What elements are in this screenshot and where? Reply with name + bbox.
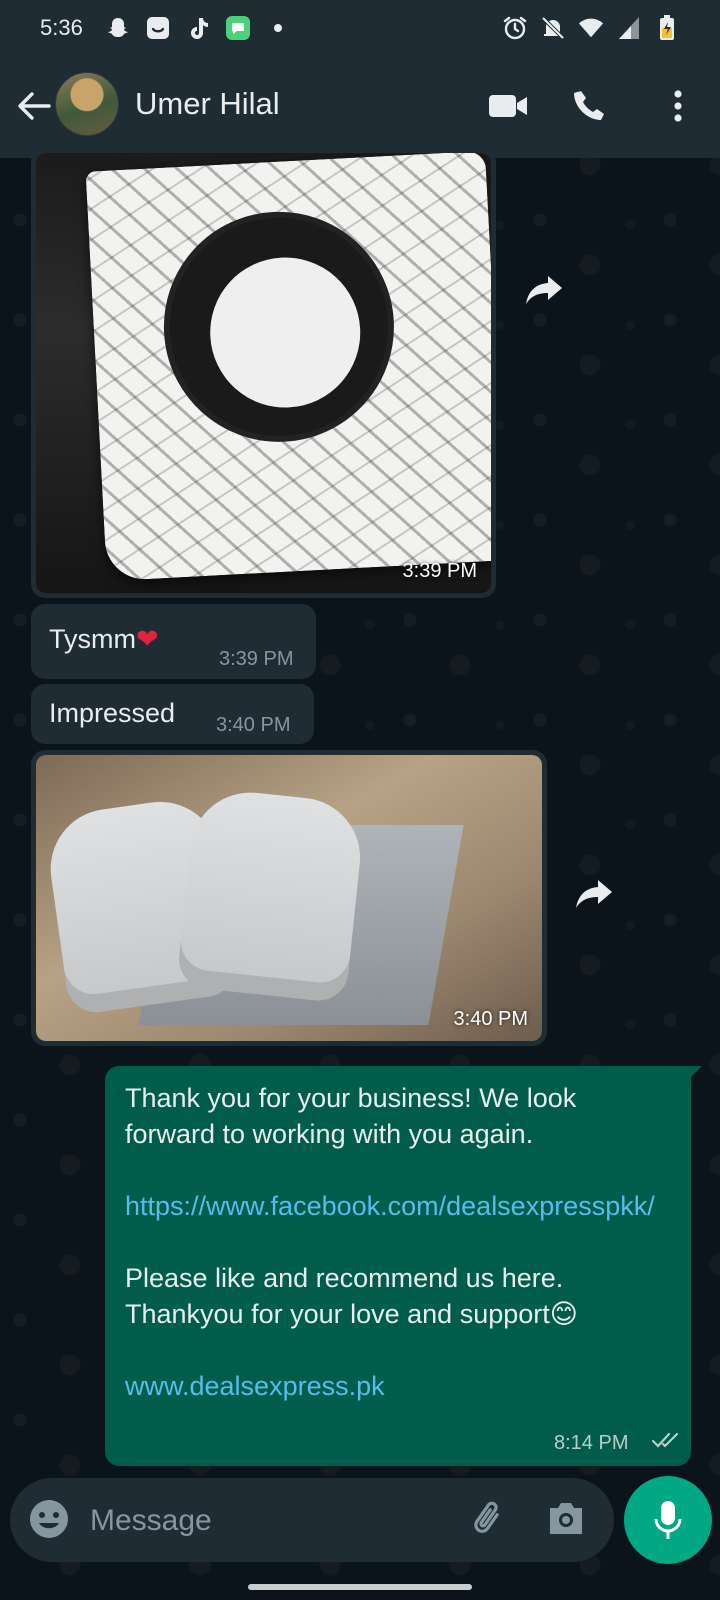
tiktok-icon [185, 15, 211, 41]
status-time: 5:36 [40, 15, 83, 40]
attach-icon [474, 1501, 499, 1533]
text-message[interactable]: Tysmm❤ 3:39 PM [31, 604, 316, 679]
bubble-tail [688, 1066, 702, 1080]
dot-icon [265, 15, 291, 41]
sneakers-photo[interactable]: 3:40 PM [36, 755, 542, 1041]
camera-button[interactable] [546, 1500, 586, 1541]
read-receipt-icon [651, 1430, 681, 1455]
contact-name[interactable]: Umer Hilal [135, 86, 280, 122]
forward-button[interactable] [518, 264, 570, 316]
forward-icon [576, 880, 612, 908]
chat-header: Umer Hilal [0, 56, 720, 158]
alarm-icon [502, 15, 528, 41]
camera-icon [550, 1503, 582, 1534]
message-time: 3:40 PM [453, 1008, 528, 1030]
more-vert-icon [674, 90, 682, 122]
mic-icon [654, 1501, 682, 1539]
attach-button[interactable] [468, 1498, 512, 1547]
message-input[interactable]: Message [90, 1504, 212, 1538]
video-call-button[interactable] [484, 82, 532, 130]
contact-avatar[interactable] [55, 72, 119, 136]
website-link[interactable]: www.dealsexpress.pk [125, 1368, 665, 1404]
chat-app-icon [225, 15, 251, 41]
video-call-icon [489, 95, 527, 117]
whatsapp-chat-screen: 5:36 Umer Hilal 3:39 PM Tysmm❤ 3:39 PM I… [0, 0, 720, 1600]
forward-button[interactable] [568, 868, 620, 920]
navigation-handle[interactable] [248, 1584, 472, 1590]
message-paragraph: Please like and recommend us here. Thank… [125, 1263, 564, 1329]
emoji-icon [30, 1500, 68, 1538]
back-arrow-icon [18, 92, 51, 120]
heart-emoji-icon: ❤ [136, 624, 159, 654]
message-text: Impressed [49, 698, 176, 728]
message-input-bar: Message [10, 1478, 614, 1562]
phone-icon [574, 91, 604, 120]
message-paragraph: Thank you for your business! We look for… [125, 1083, 577, 1149]
text-message[interactable]: Impressed 3:40 PM [31, 684, 314, 744]
smile-emoji-icon: 😊 [549, 1299, 578, 1329]
back-button[interactable] [14, 86, 54, 126]
more-options-button[interactable] [654, 82, 702, 130]
bag-illustration [85, 153, 491, 582]
status-bar: 5:36 [0, 0, 720, 56]
snapchat-icon [105, 15, 131, 41]
voice-call-button[interactable] [566, 82, 614, 130]
smile-box-icon [145, 15, 171, 41]
bell-off-icon [540, 15, 566, 41]
image-message[interactable]: 3:39 PM [31, 148, 496, 598]
message-time: 8:14 PM [554, 1432, 629, 1454]
sneaker-right [176, 786, 366, 1004]
image-message[interactable]: 3:40 PM [31, 750, 547, 1046]
message-time: 3:39 PM [402, 560, 477, 582]
wifi-icon [578, 15, 604, 41]
voice-message-button[interactable] [624, 1476, 712, 1564]
outgoing-message[interactable]: Thank you for your business! We look for… [105, 1066, 691, 1466]
packaging-bag-photo[interactable]: 3:39 PM [36, 153, 491, 593]
emoji-button[interactable] [28, 1498, 70, 1545]
message-time: 3:40 PM [216, 714, 291, 736]
message-time: 3:39 PM [219, 648, 294, 670]
facebook-link[interactable]: https://www.facebook.com/dealsexpresspkk… [125, 1188, 655, 1224]
forward-icon [526, 276, 562, 304]
battery-charging-icon [654, 15, 680, 41]
message-text: Tysmm [49, 624, 136, 654]
signal-icon [616, 15, 642, 41]
